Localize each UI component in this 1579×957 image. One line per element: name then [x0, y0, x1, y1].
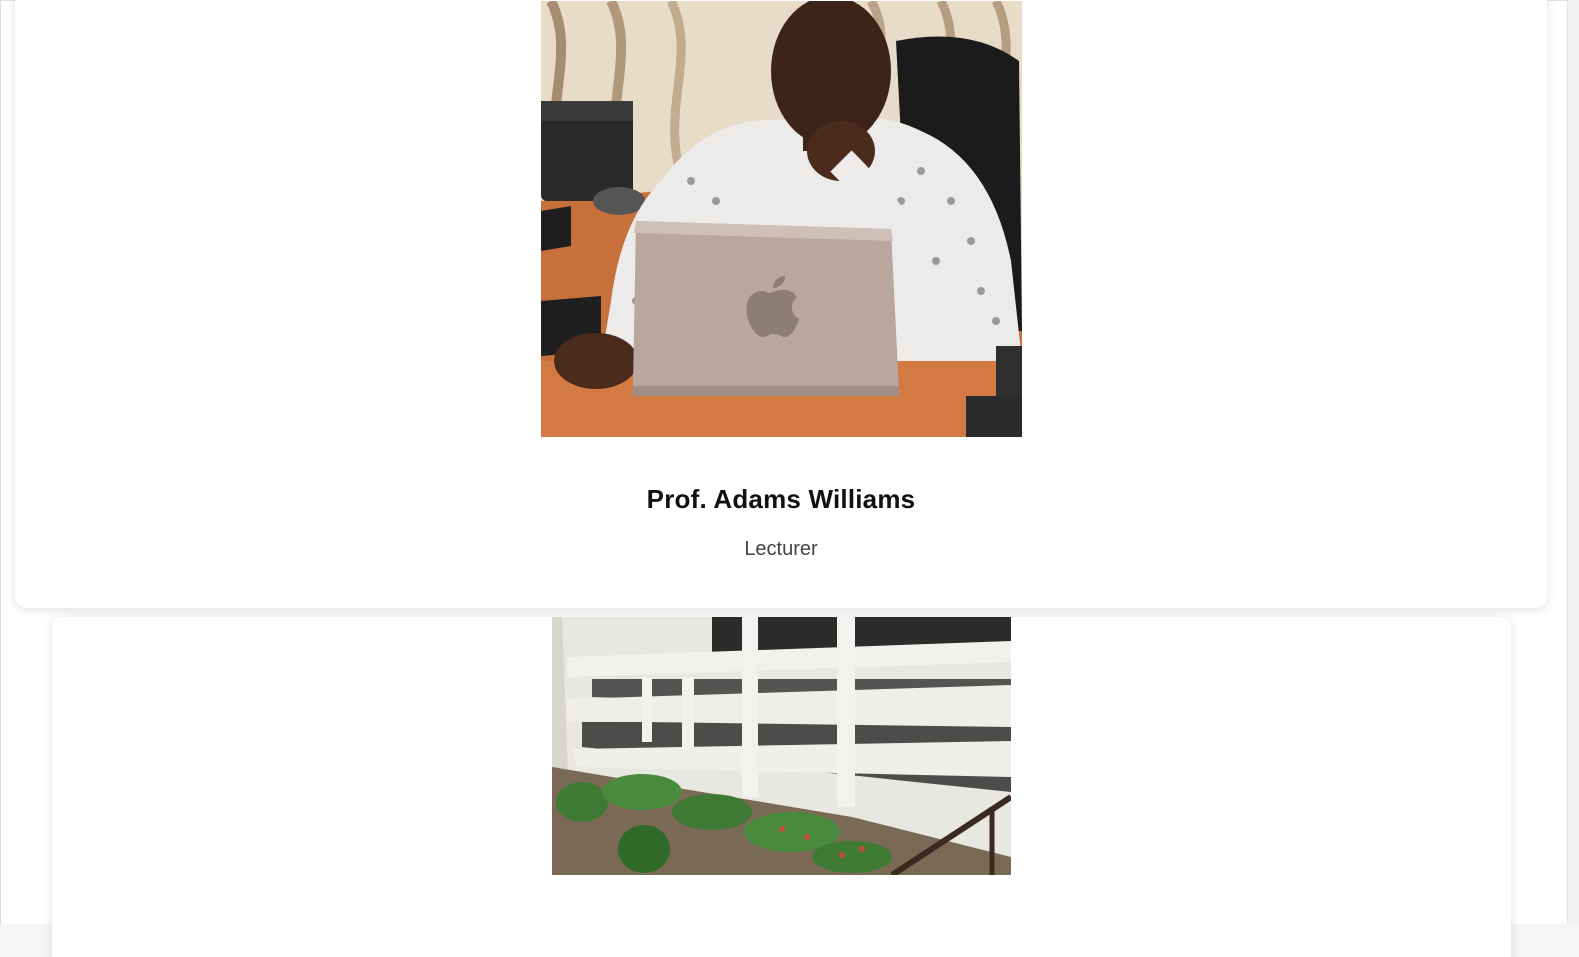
- profile-photo: [541, 1, 1022, 437]
- profile-name: Prof. Adams Williams: [646, 484, 916, 514]
- vertical-scrollbar[interactable]: [1567, 0, 1579, 924]
- profile-card: Prof. Adams Williams Lecturer: [15, 0, 1547, 608]
- profile-role: Lecturer: [744, 538, 818, 560]
- building-card: [52, 617, 1511, 957]
- building-photo: [552, 617, 1011, 875]
